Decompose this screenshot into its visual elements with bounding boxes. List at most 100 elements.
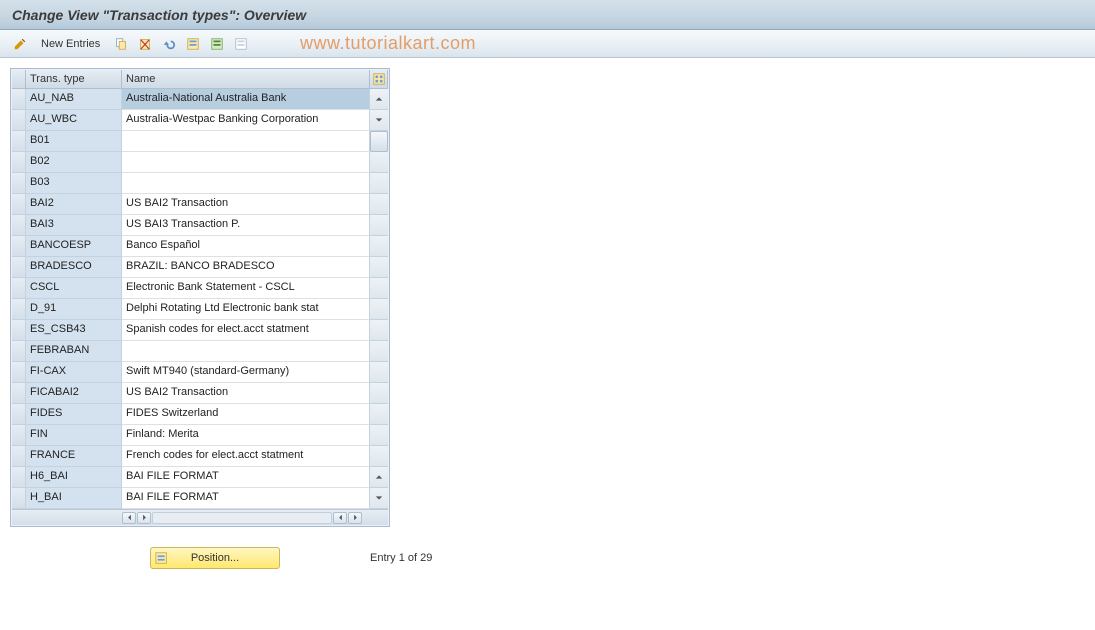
name-cell[interactable] xyxy=(122,152,370,173)
name-cell[interactable] xyxy=(122,173,370,194)
v-scroll-track[interactable] xyxy=(370,278,388,299)
table-row[interactable]: FRANCEFrench codes for elect.acct statme… xyxy=(12,446,388,467)
row-selector[interactable] xyxy=(12,215,26,236)
v-scroll-thumb[interactable] xyxy=(370,131,388,152)
table-row[interactable]: B01 xyxy=(12,131,388,152)
table-row[interactable]: H_BAIBAI FILE FORMAT xyxy=(12,488,388,509)
trans-type-cell[interactable]: H6_BAI xyxy=(26,467,122,488)
v-scroll-up-button[interactable] xyxy=(370,89,388,110)
table-row[interactable]: B03 xyxy=(12,173,388,194)
trans-type-cell[interactable]: FRANCE xyxy=(26,446,122,467)
v-scroll-track[interactable] xyxy=(370,299,388,320)
name-cell[interactable]: Australia-Westpac Banking Corporation xyxy=(122,110,370,131)
trans-type-cell[interactable]: FICABAI2 xyxy=(26,383,122,404)
h-scroll-left-button[interactable] xyxy=(122,512,136,524)
trans-type-cell[interactable]: H_BAI xyxy=(26,488,122,509)
table-row[interactable]: BANCOESPBanco Español xyxy=(12,236,388,257)
row-selector[interactable] xyxy=(12,341,26,362)
table-row[interactable]: CSCLElectronic Bank Statement - CSCL xyxy=(12,278,388,299)
trans-type-cell[interactable]: AU_NAB xyxy=(26,89,122,110)
v-scroll-down-end-button[interactable] xyxy=(370,488,388,509)
name-cell[interactable]: French codes for elect.acct statment xyxy=(122,446,370,467)
trans-type-cell[interactable]: BAI3 xyxy=(26,215,122,236)
row-selector[interactable] xyxy=(12,194,26,215)
trans-type-cell[interactable]: FIN xyxy=(26,425,122,446)
row-selector[interactable] xyxy=(12,173,26,194)
trans-type-cell[interactable]: FIDES xyxy=(26,404,122,425)
trans-type-cell[interactable]: FI-CAX xyxy=(26,362,122,383)
row-selector[interactable] xyxy=(12,446,26,467)
select-all-button[interactable] xyxy=(183,34,203,54)
name-cell[interactable]: US BAI2 Transaction xyxy=(122,383,370,404)
table-row[interactable]: AU_NABAustralia-National Australia Bank xyxy=(12,89,388,110)
table-settings-button[interactable] xyxy=(370,70,388,89)
h-scroll-left-end-button[interactable] xyxy=(333,512,347,524)
name-cell[interactable]: Delphi Rotating Ltd Electronic bank stat xyxy=(122,299,370,320)
trans-type-cell[interactable]: D_91 xyxy=(26,299,122,320)
v-scroll-track[interactable] xyxy=(370,173,388,194)
trans-type-cell[interactable]: B02 xyxy=(26,152,122,173)
copy-as-button[interactable] xyxy=(111,34,131,54)
v-scroll-track[interactable] xyxy=(370,446,388,467)
row-selector[interactable] xyxy=(12,278,26,299)
deselect-all-button[interactable] xyxy=(231,34,251,54)
row-selector[interactable] xyxy=(12,320,26,341)
v-scroll-track[interactable] xyxy=(370,362,388,383)
trans-type-cell[interactable]: B03 xyxy=(26,173,122,194)
column-header-code[interactable]: Trans. type xyxy=(26,70,122,89)
row-selector[interactable] xyxy=(12,131,26,152)
name-cell[interactable]: BRAZIL: BANCO BRADESCO xyxy=(122,257,370,278)
row-selector[interactable] xyxy=(12,236,26,257)
h-scroll-track[interactable] xyxy=(152,512,332,524)
v-scroll-down-button[interactable] xyxy=(370,110,388,131)
table-row[interactable]: D_91Delphi Rotating Ltd Electronic bank … xyxy=(12,299,388,320)
column-header-name[interactable]: Name xyxy=(122,70,370,89)
row-selector-header[interactable] xyxy=(12,70,26,89)
trans-type-cell[interactable]: AU_WBC xyxy=(26,110,122,131)
v-scroll-track[interactable] xyxy=(370,194,388,215)
name-cell[interactable]: FIDES Switzerland xyxy=(122,404,370,425)
name-cell[interactable]: BAI FILE FORMAT xyxy=(122,488,370,509)
table-row[interactable]: FINFinland: Merita xyxy=(12,425,388,446)
table-row[interactable]: FICABAI2US BAI2 Transaction xyxy=(12,383,388,404)
v-scroll-track[interactable] xyxy=(370,215,388,236)
select-block-button[interactable] xyxy=(207,34,227,54)
h-scroll-right-button[interactable] xyxy=(137,512,151,524)
row-selector[interactable] xyxy=(12,89,26,110)
v-scroll-track[interactable] xyxy=(370,257,388,278)
table-row[interactable]: BAI3US BAI3 Transaction P. xyxy=(12,215,388,236)
table-row[interactable]: FIDESFIDES Switzerland xyxy=(12,404,388,425)
table-row[interactable]: FI-CAXSwift MT940 (standard-Germany) xyxy=(12,362,388,383)
name-cell[interactable]: Banco Español xyxy=(122,236,370,257)
row-selector[interactable] xyxy=(12,467,26,488)
h-scrollbar[interactable] xyxy=(122,512,362,524)
name-cell[interactable]: US BAI3 Transaction P. xyxy=(122,215,370,236)
v-scroll-track[interactable] xyxy=(370,320,388,341)
undo-change-button[interactable] xyxy=(159,34,179,54)
name-cell[interactable]: Australia-National Australia Bank xyxy=(122,89,370,110)
table-row[interactable]: BRADESCOBRAZIL: BANCO BRADESCO xyxy=(12,257,388,278)
name-cell[interactable] xyxy=(122,341,370,362)
trans-type-cell[interactable]: FEBRABAN xyxy=(26,341,122,362)
h-scroll-right-end-button[interactable] xyxy=(348,512,362,524)
trans-type-cell[interactable]: B01 xyxy=(26,131,122,152)
table-row[interactable]: BAI2US BAI2 Transaction xyxy=(12,194,388,215)
row-selector[interactable] xyxy=(12,425,26,446)
row-selector[interactable] xyxy=(12,110,26,131)
row-selector[interactable] xyxy=(12,488,26,509)
position-button[interactable]: Position... xyxy=(150,547,280,569)
name-cell[interactable]: US BAI2 Transaction xyxy=(122,194,370,215)
row-selector[interactable] xyxy=(12,362,26,383)
v-scroll-up-end-button[interactable] xyxy=(370,467,388,488)
table-row[interactable]: AU_WBCAustralia-Westpac Banking Corporat… xyxy=(12,110,388,131)
row-selector[interactable] xyxy=(12,152,26,173)
name-cell[interactable]: Finland: Merita xyxy=(122,425,370,446)
v-scroll-track[interactable] xyxy=(370,341,388,362)
row-selector[interactable] xyxy=(12,404,26,425)
trans-type-cell[interactable]: BRADESCO xyxy=(26,257,122,278)
toggle-display-change-button[interactable] xyxy=(10,34,30,54)
row-selector[interactable] xyxy=(12,299,26,320)
trans-type-cell[interactable]: ES_CSB43 xyxy=(26,320,122,341)
v-scroll-track[interactable] xyxy=(370,404,388,425)
new-entries-button[interactable]: New Entries xyxy=(34,34,107,54)
